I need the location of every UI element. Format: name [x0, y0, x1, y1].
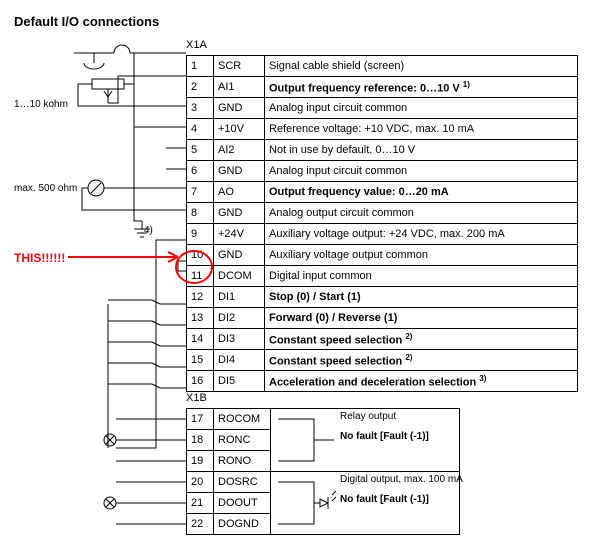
pin-signal: DOGND — [214, 514, 271, 535]
pin-number: 14 — [187, 329, 214, 350]
pin-signal: AI2 — [214, 140, 265, 161]
pin-number: 4 — [187, 119, 214, 140]
table-row: 11DCOMDigital input common — [187, 266, 578, 287]
pin-signal: RONO — [214, 451, 271, 472]
table-row: 13DI2Forward (0) / Reverse (1) — [187, 308, 578, 329]
digital-output-label: Digital output, max. 100 mA — [340, 474, 463, 485]
table-row: 7AOOutput frequency value: 0…20 mA — [187, 182, 578, 203]
pin-signal: GND — [214, 203, 265, 224]
pin-number: 13 — [187, 308, 214, 329]
pin-number: 9 — [187, 224, 214, 245]
pin-signal: DI4 — [214, 350, 265, 371]
pin-description: Reference voltage: +10 VDC, max. 10 mA — [265, 119, 578, 140]
table-row: 8GNDAnalog output circuit common — [187, 203, 578, 224]
pin-signal: DOSRC — [214, 472, 271, 493]
pin-signal: AI1 — [214, 77, 265, 98]
table-row: 2AI1Output frequency reference: 0…10 V 1… — [187, 77, 578, 98]
annotation-this: THIS!!!!!! — [14, 251, 65, 265]
table-row: 1SCRSignal cable shield (screen) — [187, 56, 578, 77]
table-row: 10GNDAuxiliary voltage output common — [187, 245, 578, 266]
pin-description: Signal cable shield (screen) — [265, 56, 578, 77]
pin-signal: AO — [214, 182, 265, 203]
pin-signal: DOOUT — [214, 493, 271, 514]
table-row: 4+10VReference voltage: +10 VDC, max. 10… — [187, 119, 578, 140]
page-title: Default I/O connections — [14, 14, 586, 29]
pin-number: 19 — [187, 451, 214, 472]
pin-number: 22 — [187, 514, 214, 535]
pin-signal: DI3 — [214, 329, 265, 350]
pin-signal: SCR — [214, 56, 265, 77]
table-row: 16DI5Acceleration and deceleration selec… — [187, 371, 578, 392]
relay-output-label: Relay output — [340, 411, 396, 422]
connector-x1b-table: 17ROCOM18RONC19RONO20DOSRC21DOOUT22DOGND — [186, 408, 460, 535]
pin-description: Auxiliary voltage output: +24 VDC, max. … — [265, 224, 578, 245]
pin-description: Output frequency value: 0…20 mA — [265, 182, 578, 203]
pin-signal: GND — [214, 98, 265, 119]
pin-number: 5 — [187, 140, 214, 161]
table-row: 3GNDAnalog input circuit common — [187, 98, 578, 119]
pin-signal: DI5 — [214, 371, 265, 392]
digital-output-text: No fault [Fault (-1)] — [340, 494, 429, 505]
table-row: 14DI3Constant speed selection 2) — [187, 329, 578, 350]
pin-description: Analog input circuit common — [265, 98, 578, 119]
pin-description: Output frequency reference: 0…10 V 1) — [265, 77, 578, 98]
connector-x1b-label: X1B — [186, 392, 207, 404]
relay-output-text: No fault [Fault (-1)] — [340, 431, 429, 442]
pin-number: 21 — [187, 493, 214, 514]
table-row: 9+24VAuxiliary voltage output: +24 VDC, … — [187, 224, 578, 245]
table-row: 6GNDAnalog input circuit common — [187, 161, 578, 182]
pin-description: Analog input circuit common — [265, 161, 578, 182]
pin-number: 15 — [187, 350, 214, 371]
pin-signal: RONC — [214, 430, 271, 451]
ohm-label: max. 500 ohm — [14, 183, 77, 194]
potentiometer-label: 1…10 kohm — [14, 99, 68, 110]
footnote-4-label: 4) — [144, 225, 153, 236]
pin-number: 1 — [187, 56, 214, 77]
pin-description: Constant speed selection 2) — [265, 350, 578, 371]
pin-number: 8 — [187, 203, 214, 224]
pin-number: 16 — [187, 371, 214, 392]
pin-signal: +24V — [214, 224, 265, 245]
pin-description: Forward (0) / Reverse (1) — [265, 308, 578, 329]
pin-number: 2 — [187, 77, 214, 98]
pin-signal: DI2 — [214, 308, 265, 329]
pin-number: 3 — [187, 98, 214, 119]
table-row: 5AI2Not in use by default. 0…10 V — [187, 140, 578, 161]
pin-description: Digital input common — [265, 266, 578, 287]
table-row: 17ROCOM — [187, 409, 460, 430]
pin-number: 6 — [187, 161, 214, 182]
connector-x1a-table: 1SCRSignal cable shield (screen)2AI1Outp… — [186, 55, 578, 392]
pin-number: 10 — [187, 245, 214, 266]
pin-number: 7 — [187, 182, 214, 203]
pin-number: 11 — [187, 266, 214, 287]
pin-number: 12 — [187, 287, 214, 308]
pin-number: 20 — [187, 472, 214, 493]
pin-signal: GND — [214, 161, 265, 182]
pin-description: Acceleration and deceleration selection … — [265, 371, 578, 392]
pin-signal: GND — [214, 245, 265, 266]
connector-x1a-label: X1A — [186, 39, 207, 51]
table-row: 12DI1Stop (0) / Start (1) — [187, 287, 578, 308]
pin-signal: DI1 — [214, 287, 265, 308]
pin-description: Constant speed selection 2) — [265, 329, 578, 350]
pin-signal: DCOM — [214, 266, 265, 287]
pin-description: Analog output circuit common — [265, 203, 578, 224]
pin-description: Auxiliary voltage output common — [265, 245, 578, 266]
pin-description: Not in use by default. 0…10 V — [265, 140, 578, 161]
pin-signal: ROCOM — [214, 409, 271, 430]
pin-description: Stop (0) / Start (1) — [265, 287, 578, 308]
pin-number: 17 — [187, 409, 214, 430]
pin-number: 18 — [187, 430, 214, 451]
table-row: 15DI4Constant speed selection 2) — [187, 350, 578, 371]
pin-signal: +10V — [214, 119, 265, 140]
